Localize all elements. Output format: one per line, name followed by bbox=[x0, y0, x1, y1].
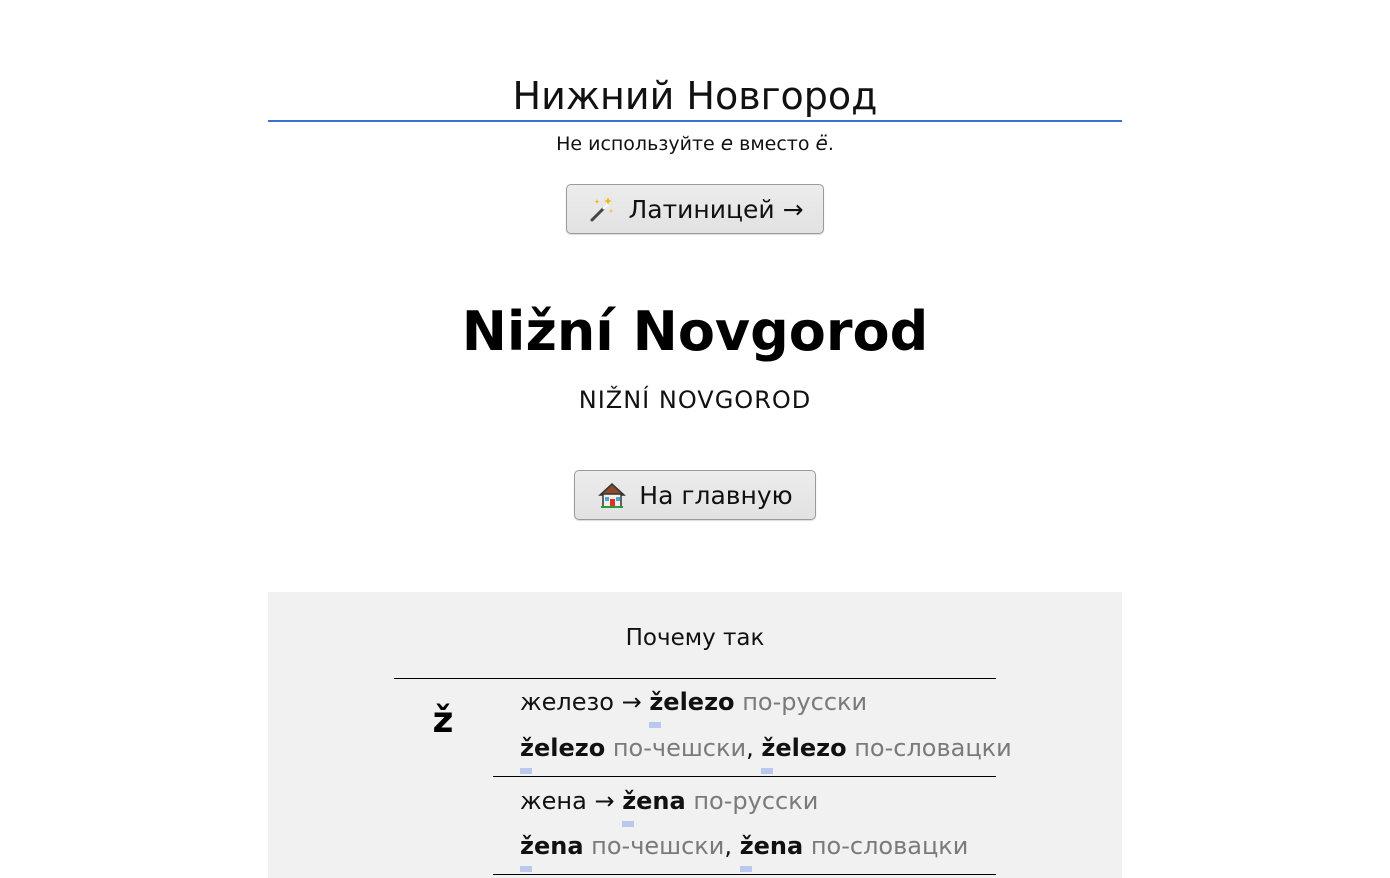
letter-highlight bbox=[520, 866, 532, 872]
explained-letter: ž bbox=[432, 700, 454, 741]
example-czech-word: železo bbox=[520, 734, 605, 774]
example-slovak-word: železo bbox=[761, 734, 847, 774]
language-label: по-словацки bbox=[810, 832, 969, 860]
example-divider bbox=[493, 874, 996, 875]
house-icon bbox=[598, 482, 627, 508]
letter-highlight bbox=[649, 722, 662, 728]
transliterate-button-label: Латиницей → bbox=[628, 194, 804, 224]
example-divider bbox=[493, 776, 996, 777]
language-label: по-словацки bbox=[854, 734, 1012, 762]
hint-middle: вместо bbox=[733, 133, 816, 155]
transliterate-button[interactable]: Латиницей → bbox=[566, 184, 824, 234]
comma: , bbox=[724, 832, 733, 860]
latin-result: Nižní Novgorod bbox=[461, 300, 929, 363]
home-button[interactable]: На главную bbox=[574, 470, 816, 520]
letter-highlight bbox=[739, 866, 752, 872]
letter-highlight bbox=[622, 821, 635, 827]
explanation-panel: Почему так ž железо → železo по-русски ž… bbox=[268, 592, 1122, 878]
example-slavic-line: žena по-чешски, žena по-словацки bbox=[520, 832, 969, 872]
hint-before: Не используйте bbox=[556, 133, 721, 155]
latin-result-caps: NIŽNÍ NOVGOROD bbox=[578, 386, 812, 414]
source-text-input[interactable] bbox=[268, 70, 1122, 122]
arrow: → bbox=[621, 688, 642, 716]
example-row: жена → žena по-русски žena по-чешски, že… bbox=[493, 787, 996, 877]
example-latin-word: žena bbox=[622, 787, 686, 827]
comma: , bbox=[746, 734, 754, 762]
example-russian-line: жена → žena по-русски bbox=[520, 787, 819, 827]
explanation-divider bbox=[394, 678, 996, 679]
example-latin-word: železo bbox=[649, 688, 735, 728]
hint-e-letter: е bbox=[720, 131, 734, 155]
example-russian-word: жена bbox=[520, 787, 587, 815]
example-slovak-word: žena bbox=[739, 832, 803, 872]
example-russian-line: железо → železo по-русски bbox=[520, 688, 868, 728]
home-button-label: На главную bbox=[639, 480, 793, 510]
example-czech-word: žena bbox=[520, 832, 584, 872]
hint-text: Не используйте е вместо ё. bbox=[268, 131, 1122, 155]
letter-highlight bbox=[520, 768, 532, 774]
language-label: по-чешски bbox=[612, 734, 747, 762]
arrow: → bbox=[594, 787, 615, 815]
letter-highlight bbox=[761, 768, 774, 774]
language-label: по-русски bbox=[693, 787, 819, 815]
hint-yo-letter: ё bbox=[815, 131, 828, 155]
hint-after: . bbox=[827, 133, 834, 155]
page: Не используйте е вместо ё. Латиницей → N… bbox=[0, 0, 1390, 878]
example-slavic-line: železo по-чешски, železo по-словацки bbox=[520, 734, 1012, 774]
example-row: железо → železo по-русски železo по-чешс… bbox=[493, 688, 1012, 778]
language-label: по-чешски bbox=[591, 832, 725, 860]
magic-wand-icon bbox=[590, 197, 614, 222]
example-russian-word: железо bbox=[520, 688, 614, 716]
language-label: по-русски bbox=[742, 688, 868, 716]
explanation-title: Почему так bbox=[625, 625, 765, 651]
